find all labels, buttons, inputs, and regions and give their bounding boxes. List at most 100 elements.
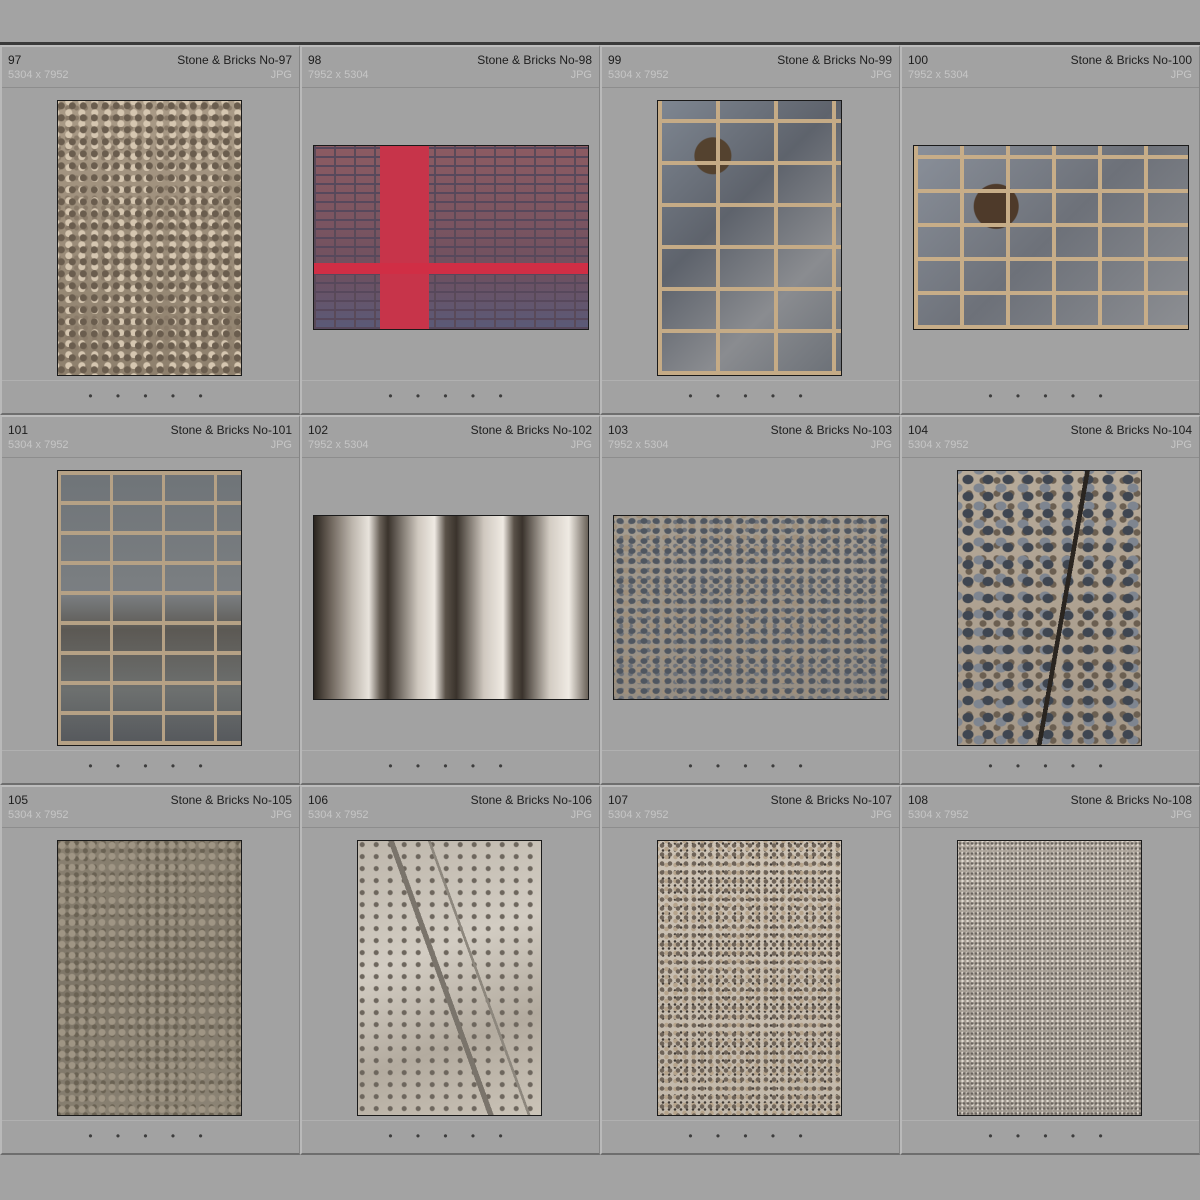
grid-cell[interactable]: 107 Stone & Bricks No-107 5304 x 7952 JP…	[600, 785, 900, 1155]
cell-dimensions: 7952 x 5304	[908, 69, 969, 81]
rating-dots[interactable]: • • • • •	[602, 1129, 899, 1143]
cell-index: 107	[608, 793, 629, 807]
cell-dimensions: 5304 x 7952	[8, 439, 69, 451]
grid-cell[interactable]: 108 Stone & Bricks No-108 5304 x 7952 JP…	[900, 785, 1200, 1155]
cell-index: 102	[308, 423, 329, 437]
cell-footer: • • • • •	[902, 380, 1199, 413]
cell-header: 104 Stone & Bricks No-104 5304 x 7952 JP…	[902, 417, 1199, 458]
cell-format: JPG	[570, 439, 592, 451]
thumbnail-image[interactable]	[57, 470, 242, 746]
cell-header: 103 Stone & Bricks No-103 7952 x 5304 JP…	[602, 417, 899, 458]
cell-index: 103	[608, 423, 629, 437]
thumbnail-image[interactable]	[357, 840, 542, 1116]
cell-footer: • • • • •	[902, 1120, 1199, 1153]
cell-header: 108 Stone & Bricks No-108 5304 x 7952 JP…	[902, 787, 1199, 828]
cell-header: 105 Stone & Bricks No-105 5304 x 7952 JP…	[2, 787, 299, 828]
rating-dots[interactable]: • • • • •	[302, 389, 599, 403]
thumbnail-image[interactable]	[57, 840, 242, 1116]
rating-dots[interactable]: • • • • •	[302, 759, 599, 773]
rating-dots[interactable]: • • • • •	[302, 1129, 599, 1143]
cell-footer: • • • • •	[602, 1120, 899, 1153]
cell-title: Stone & Bricks No-97	[177, 53, 292, 67]
cell-format: JPG	[1170, 809, 1192, 821]
cell-index: 104	[908, 423, 929, 437]
cell-index: 106	[308, 793, 329, 807]
grid-cell[interactable]: 104 Stone & Bricks No-104 5304 x 7952 JP…	[900, 415, 1200, 785]
cell-footer: • • • • •	[302, 1120, 599, 1153]
cell-format: JPG	[1170, 69, 1192, 81]
grid-cell[interactable]: 102 Stone & Bricks No-102 7952 x 5304 JP…	[300, 415, 600, 785]
thumbnail-grid: 97 Stone & Bricks No-97 5304 x 7952 JPG …	[0, 45, 1200, 1155]
grid-cell[interactable]: 101 Stone & Bricks No-101 5304 x 7952 JP…	[0, 415, 300, 785]
cell-format: JPG	[570, 69, 592, 81]
cell-index: 105	[8, 793, 29, 807]
rating-dots[interactable]: • • • • •	[602, 759, 899, 773]
cell-footer: • • • • •	[2, 1120, 299, 1153]
grid-cell[interactable]: 99 Stone & Bricks No-99 5304 x 7952 JPG …	[600, 45, 900, 415]
cell-format: JPG	[570, 809, 592, 821]
grid-cell[interactable]: 105 Stone & Bricks No-105 5304 x 7952 JP…	[0, 785, 300, 1155]
cell-format: JPG	[870, 809, 892, 821]
rating-dots[interactable]: • • • • •	[902, 389, 1199, 403]
cell-dimensions: 5304 x 7952	[908, 809, 969, 821]
thumbnail-image[interactable]	[313, 145, 589, 330]
cell-title: Stone & Bricks No-105	[170, 793, 292, 807]
cell-dimensions: 7952 x 5304	[608, 439, 669, 451]
cell-format: JPG	[1170, 439, 1192, 451]
cell-header: 100 Stone & Bricks No-100 7952 x 5304 JP…	[902, 47, 1199, 88]
cell-header: 101 Stone & Bricks No-101 5304 x 7952 JP…	[2, 417, 299, 458]
cell-dimensions: 5304 x 7952	[608, 69, 669, 81]
cell-title: Stone & Bricks No-104	[1070, 423, 1192, 437]
cell-format: JPG	[870, 69, 892, 81]
rating-dots[interactable]: • • • • •	[2, 389, 299, 403]
cell-header: 98 Stone & Bricks No-98 7952 x 5304 JPG	[302, 47, 599, 88]
cell-title: Stone & Bricks No-102	[470, 423, 592, 437]
cell-header: 99 Stone & Bricks No-99 5304 x 7952 JPG	[602, 47, 899, 88]
cell-footer: • • • • •	[2, 380, 299, 413]
cell-title: Stone & Bricks No-99	[777, 53, 892, 67]
grid-cell[interactable]: 97 Stone & Bricks No-97 5304 x 7952 JPG …	[0, 45, 300, 415]
rating-dots[interactable]: • • • • •	[902, 1129, 1199, 1143]
rating-dots[interactable]: • • • • •	[902, 759, 1199, 773]
cell-title: Stone & Bricks No-101	[170, 423, 292, 437]
cell-dimensions: 5304 x 7952	[908, 439, 969, 451]
cell-title: Stone & Bricks No-108	[1070, 793, 1192, 807]
cell-title: Stone & Bricks No-106	[470, 793, 592, 807]
cell-footer: • • • • •	[2, 750, 299, 783]
thumbnail-image[interactable]	[613, 515, 889, 700]
thumbnail-image[interactable]	[957, 470, 1142, 746]
cell-dimensions: 7952 x 5304	[308, 439, 369, 451]
cell-index: 97	[8, 53, 22, 67]
cell-index: 99	[608, 53, 622, 67]
cell-header: 102 Stone & Bricks No-102 7952 x 5304 JP…	[302, 417, 599, 458]
grid-cell[interactable]: 103 Stone & Bricks No-103 7952 x 5304 JP…	[600, 415, 900, 785]
grid-cell[interactable]: 98 Stone & Bricks No-98 7952 x 5304 JPG …	[300, 45, 600, 415]
thumbnail-image[interactable]	[957, 840, 1142, 1116]
thumbnail-image[interactable]	[57, 100, 242, 376]
grid-cell[interactable]: 100 Stone & Bricks No-100 7952 x 5304 JP…	[900, 45, 1200, 415]
cell-index: 100	[908, 53, 929, 67]
cell-title: Stone & Bricks No-98	[477, 53, 592, 67]
cell-dimensions: 5304 x 7952	[608, 809, 669, 821]
cell-index: 108	[908, 793, 929, 807]
thumbnail-image[interactable]	[313, 515, 589, 700]
rating-dots[interactable]: • • • • •	[602, 389, 899, 403]
cell-dimensions: 5304 x 7952	[8, 809, 69, 821]
cell-format: JPG	[870, 439, 892, 451]
cell-title: Stone & Bricks No-103	[770, 423, 892, 437]
grid-cell[interactable]: 106 Stone & Bricks No-106 5304 x 7952 JP…	[300, 785, 600, 1155]
cell-header: 106 Stone & Bricks No-106 5304 x 7952 JP…	[302, 787, 599, 828]
thumbnail-image[interactable]	[657, 840, 842, 1116]
thumbnail-image[interactable]	[913, 145, 1189, 330]
cell-footer: • • • • •	[302, 380, 599, 413]
cell-footer: • • • • •	[302, 750, 599, 783]
thumbnail-image[interactable]	[657, 100, 842, 376]
cell-format: JPG	[270, 439, 292, 451]
cell-dimensions: 5304 x 7952	[308, 809, 369, 821]
cell-title: Stone & Bricks No-107	[770, 793, 892, 807]
rating-dots[interactable]: • • • • •	[2, 759, 299, 773]
cell-dimensions: 5304 x 7952	[8, 69, 69, 81]
cell-footer: • • • • •	[902, 750, 1199, 783]
cell-format: JPG	[270, 69, 292, 81]
rating-dots[interactable]: • • • • •	[2, 1129, 299, 1143]
